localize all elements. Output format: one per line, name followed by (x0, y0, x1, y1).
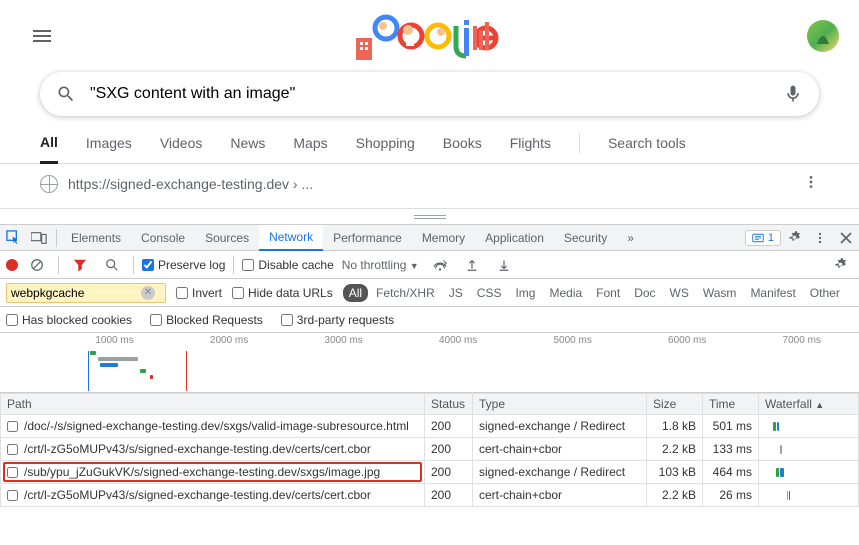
row-checkbox[interactable] (7, 490, 18, 501)
timeline-tick: 4000 ms (439, 335, 477, 346)
result-url[interactable]: https://signed-exchange-testing.dev › ..… (68, 176, 313, 192)
profile-avatar[interactable] (807, 20, 839, 52)
timeline-tick: 1000 ms (95, 335, 133, 346)
row-checkbox[interactable] (7, 421, 18, 432)
blocked-cookies-checkbox[interactable]: Has blocked cookies (6, 313, 132, 327)
filter-type-ws[interactable]: WS (664, 284, 695, 302)
devtools-panel-console[interactable]: Console (131, 225, 195, 251)
filter-input-wrap: ✕ (6, 283, 166, 303)
filter-type-css[interactable]: CSS (471, 284, 508, 302)
filter-type-other[interactable]: Other (804, 284, 846, 302)
network-row[interactable]: /crt/l-zG5oMUPv43/s/signed-exchange-test… (1, 484, 859, 507)
devtools-panel-network[interactable]: Network (259, 225, 323, 251)
search-tab-maps[interactable]: Maps (293, 135, 327, 162)
search-input[interactable] (78, 85, 781, 103)
clear-filter-icon[interactable]: ✕ (141, 286, 155, 300)
more-menu-icon[interactable] (807, 225, 833, 251)
disable-cache-checkbox[interactable]: Disable cache (242, 258, 333, 272)
filter-type-wasm[interactable]: Wasm (697, 284, 743, 302)
upload-har-icon[interactable] (459, 252, 485, 278)
timeline-tick: 3000 ms (324, 335, 362, 346)
blocked-requests-checkbox[interactable]: Blocked Requests (150, 313, 263, 327)
row-checkbox[interactable] (7, 467, 18, 478)
request-path: /doc/-/s/signed-exchange-testing.dev/sxg… (24, 419, 409, 433)
timeline-tick: 5000 ms (553, 335, 591, 346)
devtools-panel-performance[interactable]: Performance (323, 225, 412, 251)
search-tools[interactable]: Search tools (608, 135, 686, 162)
filter-input[interactable] (11, 286, 141, 300)
record-button[interactable] (6, 259, 18, 271)
network-row[interactable]: /sub/ypu_jZuGukVK/s/signed-exchange-test… (1, 461, 859, 484)
col-time[interactable]: Time (703, 394, 759, 415)
col-waterfall[interactable]: Waterfall ▲ (759, 394, 859, 415)
preserve-log-checkbox[interactable]: Preserve log (142, 258, 225, 272)
filter-type-fetch-xhr[interactable]: Fetch/XHR (370, 284, 441, 302)
devtools-panel-memory[interactable]: Memory (412, 225, 475, 251)
request-path: /crt/l-zG5oMUPv43/s/signed-exchange-test… (24, 442, 371, 456)
search-box (40, 72, 819, 116)
menu-button[interactable] (20, 14, 64, 58)
filter-type-font[interactable]: Font (590, 284, 626, 302)
more-panels-icon[interactable]: » (617, 225, 644, 251)
hide-data-urls-checkbox[interactable]: Hide data URLs (232, 286, 333, 300)
devtools-panel-security[interactable]: Security (554, 225, 617, 251)
more-options-icon[interactable] (803, 174, 819, 193)
search-tab-all[interactable]: All (40, 134, 58, 164)
request-path: /crt/l-zG5oMUPv43/s/signed-exchange-test… (24, 488, 371, 502)
timeline-overview[interactable]: 1000 ms 2000 ms 3000 ms 4000 ms 5000 ms 6000 … (0, 333, 859, 393)
download-har-icon[interactable] (491, 252, 517, 278)
close-devtools-icon[interactable] (833, 225, 859, 251)
inspect-element-icon[interactable] (0, 225, 26, 251)
issues-count: 1 (768, 232, 774, 244)
col-type[interactable]: Type (473, 394, 647, 415)
timeline-tick: 2000 ms (210, 335, 248, 346)
filter-type-media[interactable]: Media (543, 284, 588, 302)
filter-type-doc[interactable]: Doc (628, 284, 661, 302)
search-tab-flights[interactable]: Flights (510, 135, 551, 162)
search-tab-images[interactable]: Images (86, 135, 132, 162)
third-party-checkbox[interactable]: 3rd-party requests (281, 313, 394, 327)
timeline-tick: 7000 ms (783, 335, 821, 346)
col-size[interactable]: Size (647, 394, 703, 415)
search-icon[interactable] (54, 82, 78, 106)
search-tab-books[interactable]: Books (443, 135, 482, 162)
filter-type-all[interactable]: All (343, 284, 368, 302)
network-table: Path Status Type Size Time Waterfall ▲ /… (0, 393, 859, 507)
network-settings-gear-icon[interactable] (827, 252, 853, 278)
filter-funnel-icon[interactable] (67, 252, 93, 278)
devtools-panel-application[interactable]: Application (475, 225, 554, 251)
timeline-tick: 6000 ms (668, 335, 706, 346)
filter-type-manifest[interactable]: Manifest (744, 284, 801, 302)
throttling-select[interactable]: No throttling ▼ (340, 258, 421, 272)
network-conditions-icon[interactable] (427, 252, 453, 278)
globe-icon (40, 175, 58, 193)
settings-gear-icon[interactable] (781, 225, 807, 251)
microphone-icon[interactable] (781, 82, 805, 106)
request-path: /sub/ypu_jZuGukVK/s/signed-exchange-test… (24, 465, 380, 479)
search-log-icon[interactable] (99, 252, 125, 278)
invert-checkbox[interactable]: Invert (176, 286, 222, 300)
filter-type-js[interactable]: JS (443, 284, 469, 302)
clear-log-icon[interactable] (24, 252, 50, 278)
search-tab-news[interactable]: News (230, 135, 265, 162)
network-row[interactable]: /doc/-/s/signed-exchange-testing.dev/sxg… (1, 415, 859, 438)
search-tab-videos[interactable]: Videos (160, 135, 203, 162)
google-doodle[interactable] (356, 8, 516, 64)
col-path[interactable]: Path (1, 394, 425, 415)
row-checkbox[interactable] (7, 444, 18, 455)
devtools-panel-sources[interactable]: Sources (195, 225, 259, 251)
devtools-drag-handle[interactable] (0, 208, 859, 224)
col-status[interactable]: Status (425, 394, 473, 415)
device-toolbar-icon[interactable] (26, 225, 52, 251)
devtools-panel-elements[interactable]: Elements (61, 225, 131, 251)
issues-badge[interactable]: 1 (745, 230, 781, 246)
network-row[interactable]: /crt/l-zG5oMUPv43/s/signed-exchange-test… (1, 438, 859, 461)
search-tab-shopping[interactable]: Shopping (356, 135, 415, 162)
filter-type-img[interactable]: Img (509, 284, 541, 302)
